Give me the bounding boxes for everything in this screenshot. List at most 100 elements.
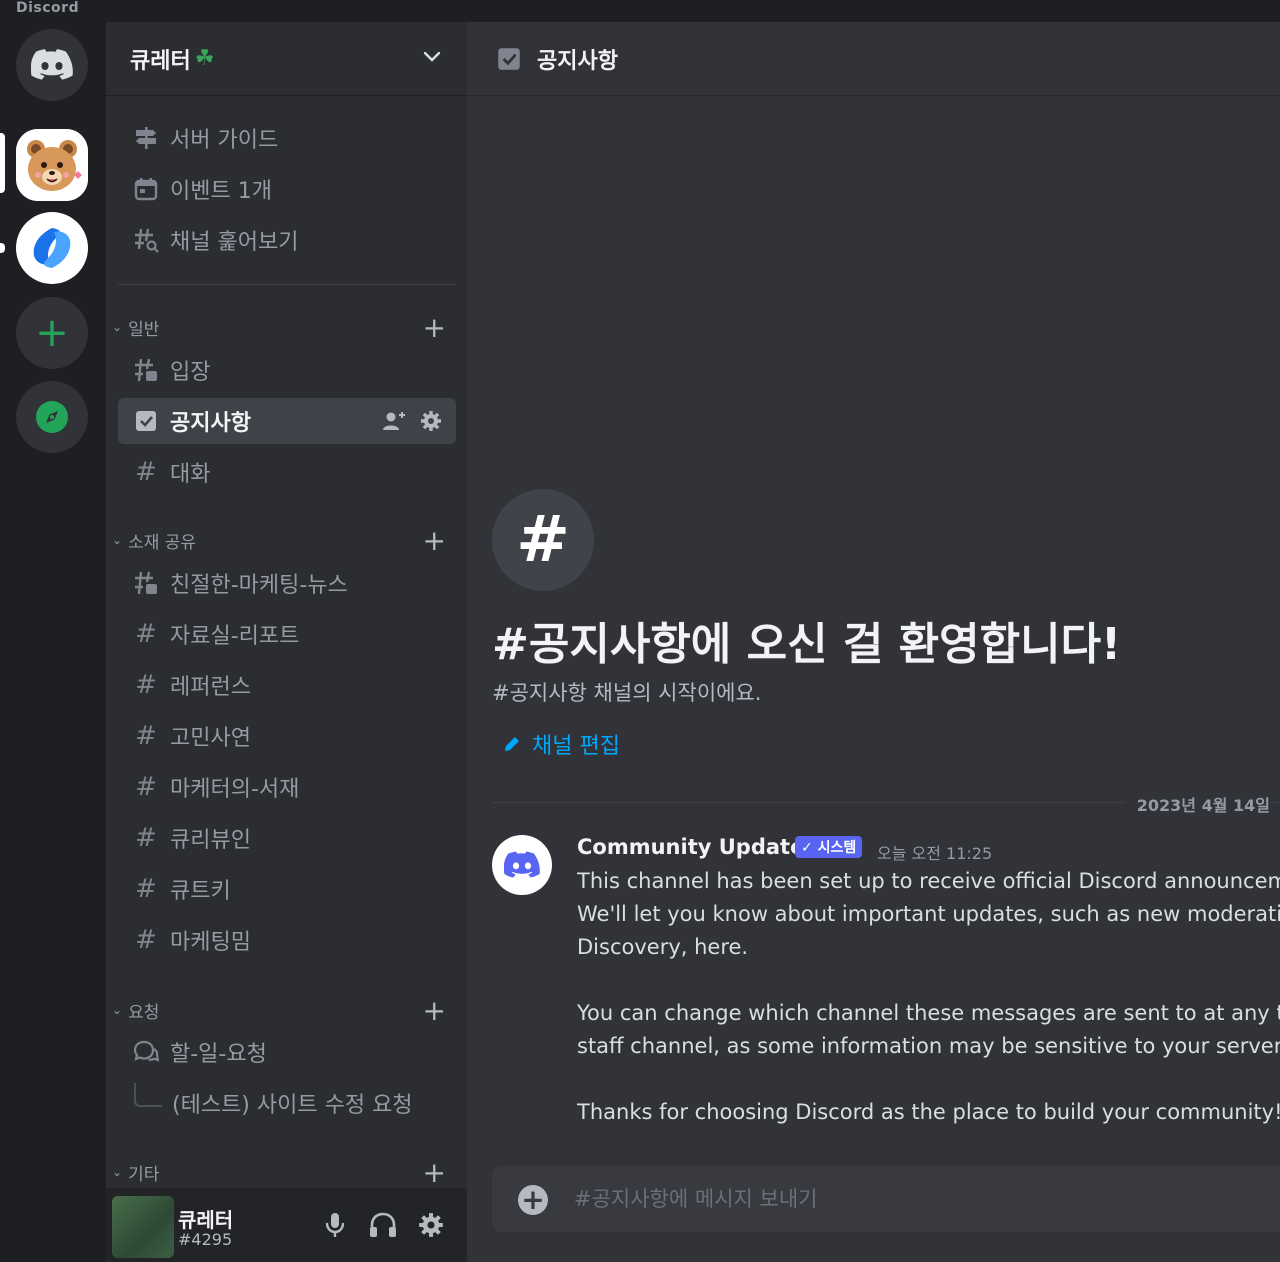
- welcome-subtitle: #공지사항 채널의 시작이에요.: [492, 681, 762, 705]
- message-author[interactable]: Community Updates: [577, 835, 817, 859]
- category-etc[interactable]: ⌄ 기타 +: [112, 1156, 456, 1189]
- system-badge: ✓ 시스템: [795, 836, 863, 858]
- sidebar-divider: [118, 284, 456, 285]
- nav-browse-channels[interactable]: 채널 훑어보기: [118, 217, 456, 263]
- deafen-button[interactable]: [368, 1210, 398, 1240]
- channel-browse-icon: [132, 226, 160, 254]
- rules-channel-icon: [132, 569, 160, 597]
- hash-icon: #: [135, 874, 157, 904]
- user-settings-button[interactable]: [416, 1210, 446, 1240]
- channel-label: 입장: [170, 360, 211, 385]
- discord-logo-icon: [504, 851, 540, 878]
- blue-logo-icon: [33, 228, 71, 268]
- channel-label: 대화: [170, 462, 211, 487]
- user-name: 큐레터: [178, 1208, 234, 1232]
- announcement-channel-icon: [498, 47, 520, 70]
- invite-member-icon[interactable]: [382, 410, 406, 432]
- mute-button[interactable]: [320, 1210, 350, 1240]
- add-attachment-button[interactable]: +: [518, 1185, 548, 1215]
- quokka-avatar-icon: [16, 129, 88, 201]
- category-label: 일반: [128, 319, 160, 340]
- category-label: 요청: [128, 1002, 160, 1023]
- channel-label: 큐트키: [170, 879, 231, 904]
- thread-site-edit-request[interactable]: (테스트) 사이트 수정 요청: [118, 1080, 456, 1126]
- create-channel-plus-icon[interactable]: +: [423, 311, 446, 344]
- guild-header[interactable]: 큐레터 ☘: [106, 22, 467, 96]
- hash-icon: #: [135, 925, 157, 955]
- channel-worries[interactable]: # 고민사연: [118, 713, 456, 759]
- rules-channel-icon: [132, 356, 160, 384]
- date-divider-label: 2023년 4월 14일: [1124, 792, 1270, 816]
- chevron-down-icon: ⌄: [112, 533, 123, 547]
- channel-qtkey[interactable]: # 큐트키: [118, 866, 456, 912]
- message-line: This channel has been set up to receive …: [577, 869, 1280, 893]
- user-tag: #4295: [178, 1230, 233, 1249]
- channel-marketing-news[interactable]: 친절한-마케팅-뉴스: [118, 560, 456, 606]
- channel-todo-request[interactable]: 할-일-요청: [118, 1029, 456, 1075]
- hash-icon: #: [135, 721, 157, 751]
- hash-icon: #: [135, 772, 157, 802]
- welcome-title: #공지사항에 오신 걸 환영합니다!: [492, 619, 1122, 670]
- category-request[interactable]: ⌄ 요청 +: [112, 994, 456, 1027]
- hash-icon: #: [135, 457, 157, 487]
- forum-icon: [132, 1038, 160, 1066]
- channel-marketing-meme[interactable]: # 마케팅밈: [118, 917, 456, 963]
- channel-announcements[interactable]: 공지사항: [118, 398, 456, 444]
- add-server-button[interactable]: +: [16, 297, 88, 369]
- channel-reference[interactable]: # 레퍼런스: [118, 662, 456, 708]
- channel-label: 마케터의-서재: [170, 777, 300, 802]
- hash-icon: #: [135, 619, 157, 649]
- nav-label: 채널 훑어보기: [170, 230, 299, 255]
- guild-name: 큐레터: [130, 48, 191, 74]
- gear-icon: [419, 1213, 443, 1237]
- plus-icon: +: [521, 1183, 545, 1216]
- channel-entrance[interactable]: 입장: [118, 347, 456, 393]
- message-composer: +: [492, 1166, 1280, 1232]
- headphones-icon: [370, 1212, 396, 1237]
- channel-label: 고민사연: [170, 726, 251, 751]
- chevron-down-icon: ⌄: [112, 1165, 123, 1179]
- chat-area: 공지사항 # #공지사항에 오신 걸 환영합니다! #공지사항 채널의 시작이에…: [467, 22, 1280, 1262]
- message-line: staff channel, as some information may b…: [577, 1034, 1280, 1058]
- hash-icon: #: [492, 489, 594, 591]
- channel-report[interactable]: # 자료실-리포트: [118, 611, 456, 657]
- gear-icon[interactable]: [420, 410, 442, 432]
- create-channel-plus-icon[interactable]: +: [423, 1156, 446, 1189]
- edit-channel-link[interactable]: 채널 편집: [502, 728, 620, 760]
- nav-events[interactable]: 이벤트 1개: [118, 166, 456, 212]
- category-general[interactable]: ⌄ 일반 +: [112, 311, 456, 344]
- create-channel-plus-icon[interactable]: +: [423, 994, 446, 1027]
- channel-chat[interactable]: # 대화: [118, 449, 456, 495]
- channel-label: 친절한-마케팅-뉴스: [170, 573, 348, 598]
- channel-label: 큐리뷰인: [170, 828, 251, 853]
- unread-server-indicator: [0, 243, 5, 253]
- message-line: Discovery, here.: [577, 935, 749, 959]
- channel-marketer-library[interactable]: # 마케터의-서재: [118, 764, 456, 810]
- message-avatar[interactable]: [492, 835, 552, 895]
- announcement-channel-icon: [132, 407, 160, 435]
- message-line: We'll let you know about important updat…: [577, 902, 1280, 926]
- create-channel-plus-icon[interactable]: +: [423, 524, 446, 557]
- explore-servers-button[interactable]: [16, 381, 88, 453]
- chevron-down-icon: ⌄: [112, 1003, 123, 1017]
- thread-branch-line: [134, 1083, 162, 1107]
- app-title: Discord: [16, 0, 80, 16]
- channel-sidebar: 큐레터 ☘ 서버 가이드 이벤트 1개 채널 훑어보기 ⌄ 일반 + 입장 공지…: [106, 22, 467, 1262]
- category-share[interactable]: ⌄ 소재 공유 +: [112, 524, 456, 557]
- direct-messages-button[interactable]: [16, 29, 88, 101]
- channel-qreview[interactable]: # 큐리뷰인: [118, 815, 456, 861]
- user-panel: 큐레터 #4295: [106, 1188, 467, 1262]
- discord-logo-icon: [31, 49, 73, 80]
- server-icon-blue[interactable]: [16, 212, 88, 284]
- channel-label: 공지사항: [170, 411, 251, 436]
- nav-server-guide[interactable]: 서버 가이드: [118, 115, 456, 161]
- active-server-indicator: [0, 133, 5, 193]
- compass-icon: [36, 401, 68, 433]
- category-label: 소재 공유: [128, 532, 197, 553]
- signpost-icon: [132, 124, 160, 152]
- microphone-icon: [325, 1213, 345, 1237]
- server-icon-quokka[interactable]: [16, 129, 88, 201]
- message-input[interactable]: [574, 1180, 1264, 1218]
- pencil-icon: [505, 737, 519, 751]
- avatar[interactable]: [112, 1196, 174, 1258]
